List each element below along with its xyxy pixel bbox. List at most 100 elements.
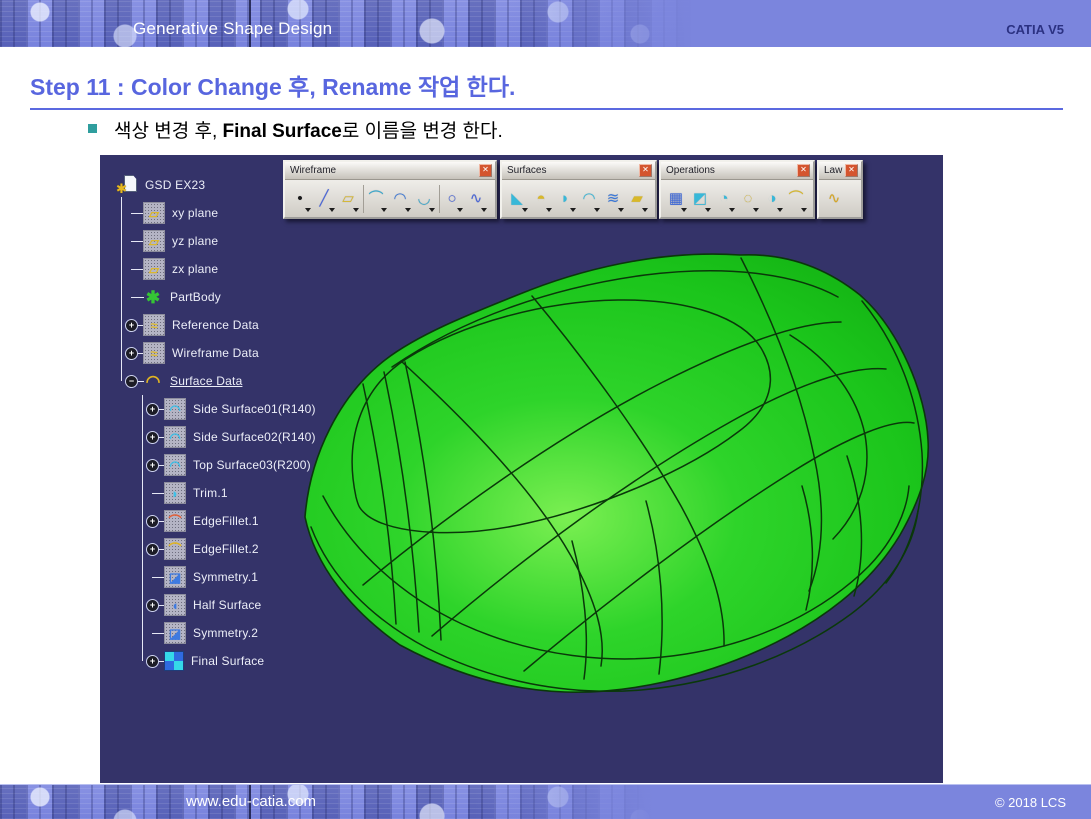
expand-icon[interactable]: + [125, 319, 138, 332]
toolbar-title: Operations [666, 165, 715, 176]
join-icon: ▦ [669, 191, 683, 206]
tree-item-yz-plane[interactable]: ▱yz plane [110, 227, 380, 255]
expand-icon[interactable]: + [146, 543, 159, 556]
sweep-surface-icon: ◠ [164, 426, 186, 448]
sweep-button[interactable]: ≋ [601, 185, 625, 213]
tree-item-symmetry-2[interactable]: ◪Symmetry.2 [110, 619, 380, 647]
conic-button[interactable]: ◡ [412, 185, 436, 213]
tree-item-label: Reference Data [172, 318, 259, 332]
sphere-button[interactable]: ◗ [553, 185, 577, 213]
collapse-icon[interactable]: − [125, 375, 138, 388]
tree-item-edgefillet-1[interactable]: +⌒EdgeFillet.1 [110, 507, 380, 535]
tree-item-zx-plane[interactable]: ▱ zx plane [110, 255, 380, 283]
tree-item-label: Final Surface [191, 654, 264, 668]
revolve-icon: ◓ [536, 191, 545, 206]
bullet-text-bold: Final Surface [223, 121, 342, 142]
edge-fillet-button[interactable]: ⌒ [784, 185, 808, 213]
toolbar-operations-titlebar[interactable]: Operations ✕ [661, 162, 813, 180]
close-icon[interactable]: ✕ [845, 164, 858, 177]
spline-button[interactable]: ∿ [464, 185, 488, 213]
tree-item-surface-data[interactable]: −◠Surface Data [110, 367, 380, 395]
offset-button[interactable]: ◠ [577, 185, 601, 213]
half-surface-icon: ◖ [164, 594, 186, 616]
tree-item-symmetry-1[interactable]: ◪Symmetry.1 [110, 563, 380, 591]
catia-viewport[interactable]: Wireframe ✕ • ╱ ▱ ⌒ ◠ ◡ ○ ∿ Surfaces ✕ ◣ ◓ ◗ ◠ ≋▰ O… [100, 155, 943, 783]
tree-item-side-surface01-r140-[interactable]: +◠Side Surface01(R140) [110, 395, 380, 423]
boundary-icon: ◌ [744, 191, 753, 206]
tree-item-label: EdgeFillet.1 [193, 514, 259, 528]
point-button[interactable]: • [288, 185, 312, 213]
close-icon[interactable]: ✕ [797, 164, 810, 177]
close-icon[interactable]: ✕ [639, 164, 652, 177]
toolbar-law: Law ✕ ∿ [817, 160, 863, 219]
revolve-button[interactable]: ◓ [529, 185, 553, 213]
tree-item-label: PartBody [170, 290, 221, 304]
toolbar-operations: Operations ✕ ▦ ◩ ◔ ◌ ◑ ⌒ [659, 160, 815, 219]
close-icon[interactable]: ✕ [479, 164, 492, 177]
fill-button[interactable]: ▰ [625, 185, 649, 213]
expand-icon[interactable]: + [146, 655, 159, 668]
sphere-icon: ◗ [560, 191, 569, 206]
connect-curve-button[interactable]: ◠ [388, 185, 412, 213]
extrude-button[interactable]: ◣ [505, 185, 529, 213]
plane-icon: ▱ [143, 258, 165, 280]
tree-item-reference-data[interactable]: + ≈ Reference Data [110, 311, 380, 339]
tree-item-final-surface[interactable]: + Final Surface [110, 647, 380, 675]
split-icon: ◩ [693, 191, 707, 206]
join-button[interactable]: ▦ [664, 185, 688, 213]
slide: Generative Shape Design CATIA V5 Step 11… [0, 0, 1091, 819]
tree-item-side-surface02-r140-[interactable]: + ◠ Side Surface02(R140) [110, 423, 380, 451]
tree-item-wireframe-data[interactable]: +≈Wireframe Data [110, 339, 380, 367]
split-button[interactable]: ◩ [688, 185, 712, 213]
footer-url[interactable]: www.edu-catia.com [186, 793, 316, 810]
offset-icon: ◠ [582, 191, 595, 206]
plane-icon: ▱ [143, 202, 165, 224]
tree-item-label: Top Surface03(R200) [193, 458, 311, 472]
toolbar-title: Wireframe [290, 165, 336, 176]
toolbar-title: Law [824, 165, 842, 176]
tree-item-label: Side Surface02(R140) [193, 430, 316, 444]
toolbar-surfaces-titlebar[interactable]: Surfaces ✕ [502, 162, 655, 180]
plane-button[interactable]: ▱ [336, 185, 360, 213]
plane-icon: ▱ [342, 191, 354, 206]
expand-icon[interactable]: + [146, 599, 159, 612]
extract-icon: ◑ [767, 191, 776, 206]
sweep-surface-icon: ◠ [164, 398, 186, 420]
tree-item-partbody[interactable]: ✱PartBody [110, 283, 380, 311]
bullet-text-pre: 색상 변경 후, [114, 121, 223, 142]
point-icon: • [297, 191, 302, 206]
footer-pattern [0, 785, 660, 819]
tree-item-label: zx plane [172, 262, 218, 276]
conic-icon: ◡ [417, 191, 430, 206]
line-button[interactable]: ╱ [312, 185, 336, 213]
footer-band: www.edu-catia.com © 2018 LCS [0, 784, 1091, 819]
extrude-icon: ◣ [511, 191, 523, 206]
circle-button[interactable]: ○ [439, 185, 464, 213]
tree-item-label: Symmetry.1 [193, 570, 258, 584]
tree-item-label: xy plane [172, 206, 218, 220]
extract-button[interactable]: ◑ [760, 185, 784, 213]
fillet-yellow-icon: ⌒ [164, 538, 186, 560]
toolbar-law-titlebar[interactable]: Law ✕ [819, 162, 861, 180]
corner-icon: ⌒ [368, 191, 383, 206]
law-button[interactable]: ∿ [822, 185, 846, 213]
corner-button[interactable]: ⌒ [363, 185, 388, 213]
symmetry-icon: ◪ [164, 622, 186, 644]
expand-icon[interactable]: + [146, 431, 159, 444]
expand-icon[interactable]: + [146, 515, 159, 528]
tree-item-top-surface03-r200-[interactable]: +◠Top Surface03(R200) [110, 451, 380, 479]
tree-item-trim-1[interactable]: ◗Trim.1 [110, 479, 380, 507]
bullet-item: 색상 변경 후, Final Surface로 이름을 변경 한다. [88, 116, 503, 143]
boundary-button[interactable]: ◌ [736, 185, 760, 213]
toolbar-wireframe-titlebar[interactable]: Wireframe ✕ [285, 162, 495, 180]
geoset-icon: ≈ [143, 314, 165, 336]
circle-icon: ○ [447, 191, 456, 206]
toolbar-surfaces: Surfaces ✕ ◣ ◓ ◗ ◠ ≋▰ [500, 160, 657, 219]
tree-item-edgefillet-2[interactable]: +⌒EdgeFillet.2 [110, 535, 380, 563]
expand-icon[interactable]: + [146, 459, 159, 472]
final-surface-model[interactable] [305, 254, 928, 692]
expand-icon[interactable]: + [125, 347, 138, 360]
healing-button[interactable]: ◔ [712, 185, 736, 213]
expand-icon[interactable]: + [146, 403, 159, 416]
tree-item-half-surface[interactable]: +◖Half Surface [110, 591, 380, 619]
